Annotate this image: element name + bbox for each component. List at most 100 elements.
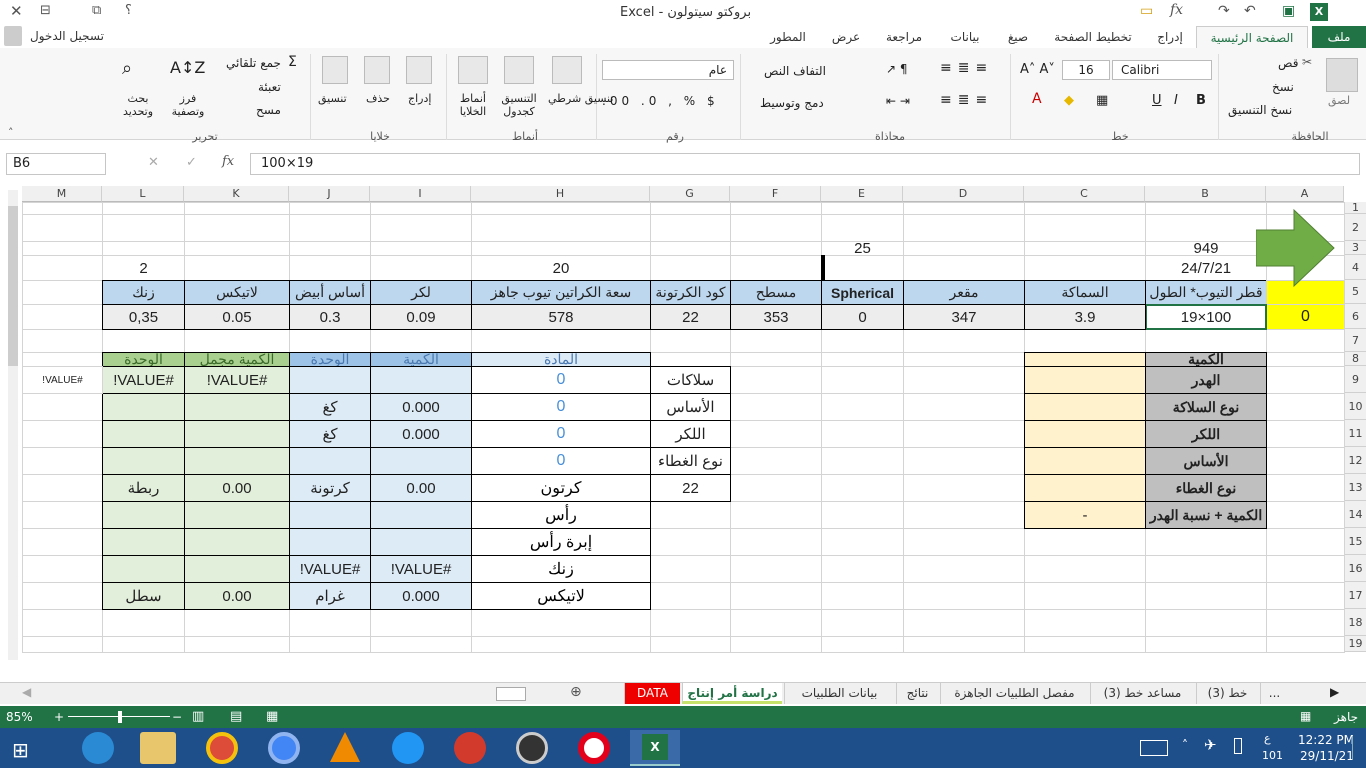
grid-cell[interactable] — [22, 555, 103, 583]
sync-app-icon[interactable] — [392, 732, 424, 764]
grid-cell[interactable] — [370, 329, 472, 353]
orientation-icon[interactable]: ↗ ¶ — [886, 62, 908, 76]
grid-cell[interactable] — [370, 255, 472, 281]
sheet-tab-ready-orders[interactable]: مفصل الطلبيات الجاهزة — [940, 683, 1088, 704]
grid-cell[interactable] — [821, 528, 904, 556]
grid-cell[interactable] — [730, 420, 822, 448]
undo-icon[interactable]: ↶ — [1244, 3, 1256, 19]
cell-k11[interactable] — [184, 420, 290, 448]
grid-cell[interactable] — [102, 329, 185, 353]
next-sheet-icon[interactable]: ▶ — [1330, 685, 1339, 699]
grid-cell[interactable] — [22, 420, 103, 448]
grid-cell[interactable] — [730, 241, 822, 256]
cell-j12[interactable] — [289, 447, 371, 475]
grid-cell[interactable] — [370, 636, 472, 653]
ribbon-options-icon[interactable]: ⊟ — [40, 3, 51, 18]
insert-function-icon[interactable]: fx — [222, 154, 234, 169]
cell-b10[interactable]: نوع السلاكة — [1145, 393, 1267, 421]
cell-l6[interactable]: 0,35 — [102, 304, 185, 330]
grid-cell[interactable] — [102, 241, 185, 256]
tab-review[interactable]: مراجعة — [876, 26, 932, 48]
cell-k14[interactable] — [184, 501, 290, 529]
row-header[interactable]: 9 — [1344, 366, 1366, 393]
cell-j16[interactable]: #VALUE! — [289, 555, 371, 583]
cell-b11[interactable]: اللكر — [1145, 420, 1267, 448]
format-table-button[interactable]: التنسيق كجدول — [496, 92, 542, 118]
cell-i6[interactable]: 0.09 — [370, 304, 472, 330]
grid-cell[interactable] — [821, 501, 904, 529]
cell-k12[interactable] — [184, 447, 290, 475]
cell-i10[interactable]: 0.000 — [370, 393, 472, 421]
cell-i5[interactable]: لكر — [370, 280, 472, 305]
grid-cell[interactable] — [289, 241, 371, 256]
cell-j11[interactable]: كغ — [289, 420, 371, 448]
cell-c12[interactable] — [1024, 447, 1146, 475]
grid-cell[interactable] — [821, 636, 904, 653]
grid-cell[interactable] — [1145, 214, 1267, 242]
cell-k5[interactable]: لاتيكس — [184, 280, 290, 305]
paste-button[interactable]: لصق — [1328, 94, 1350, 107]
cell-i16[interactable]: #VALUE! — [370, 555, 472, 583]
grid-cell[interactable] — [1145, 555, 1267, 583]
cell-b9[interactable]: الهدر — [1145, 366, 1267, 394]
number-format-icons[interactable]: .00 .0 , % $ — [602, 94, 719, 108]
row-header[interactable]: 14 — [1344, 501, 1366, 528]
cell-ef4[interactable]: عدد السلاكات بكل 1 كغ — [821, 255, 825, 281]
cell-b3[interactable]: 949 — [1145, 241, 1267, 256]
grid-cell[interactable] — [22, 528, 103, 556]
grid-cell[interactable] — [1024, 528, 1146, 556]
grid-cell[interactable] — [730, 474, 822, 502]
ccleaner-icon[interactable] — [454, 732, 486, 764]
cell-c13[interactable] — [1024, 474, 1146, 502]
sheet-tab-helper[interactable]: مساعد خط (3) — [1090, 683, 1194, 704]
cell-j6[interactable]: 0.3 — [289, 304, 371, 330]
zoom-level[interactable]: 85% — [6, 710, 33, 724]
cell-k13[interactable]: 0.00 — [184, 474, 290, 502]
cell-j13[interactable]: كرتونة — [289, 474, 371, 502]
cell-g10[interactable]: الأساس — [650, 393, 731, 421]
font-color-icon[interactable]: A — [1032, 91, 1042, 107]
grid-cell[interactable] — [821, 474, 904, 502]
row-header[interactable]: 15 — [1344, 528, 1366, 555]
grid-cell[interactable] — [1266, 582, 1345, 610]
format-cells-button[interactable]: تنسيق — [318, 92, 347, 105]
grid-cell[interactable] — [650, 582, 731, 610]
cell-c9[interactable] — [1024, 366, 1146, 394]
row-header[interactable]: 13 — [1344, 474, 1366, 501]
number-format-select[interactable]: عام — [602, 60, 734, 80]
cell-i14[interactable] — [370, 501, 472, 529]
cell-j9[interactable] — [289, 366, 371, 394]
grid-cell[interactable] — [903, 352, 1025, 367]
grid-cell[interactable] — [1145, 609, 1267, 637]
cell-j8[interactable]: الوحدة — [289, 352, 371, 367]
cell-b13[interactable]: نوع الغطاء — [1145, 474, 1267, 502]
cell-l16[interactable] — [102, 555, 185, 583]
grid-cell[interactable] — [1024, 214, 1146, 242]
column-header[interactable]: F — [730, 186, 821, 202]
delete-cells-button[interactable]: حذف — [366, 92, 390, 105]
page-break-view-icon[interactable]: ▥ — [192, 709, 204, 724]
grid-cell[interactable] — [1266, 447, 1345, 475]
grid-cell[interactable] — [1024, 329, 1146, 353]
grid-cell[interactable] — [903, 366, 1025, 394]
grid-cell[interactable] — [903, 329, 1025, 353]
sheet-tab-line[interactable]: خط (3) — [1196, 683, 1258, 704]
grid-cell[interactable] — [903, 214, 1025, 242]
cell-l12[interactable] — [102, 447, 185, 475]
grid-cell[interactable] — [1145, 329, 1267, 353]
row-header[interactable]: 5 — [1344, 280, 1366, 304]
cell-h15[interactable]: إبرة رأس — [471, 528, 651, 556]
tab-developer[interactable]: المطور — [762, 26, 814, 48]
font-size-select[interactable]: 16 — [1062, 60, 1110, 80]
conditional-format-button[interactable]: تنسيق شرطي — [548, 92, 613, 105]
tab-insert[interactable]: إدراج — [1148, 26, 1192, 48]
tab-view[interactable]: عرض — [824, 26, 868, 48]
grid-cell[interactable] — [903, 555, 1025, 583]
grid-cell[interactable] — [730, 582, 822, 610]
grid-cell[interactable] — [821, 329, 904, 353]
cancel-icon[interactable]: ✕ — [148, 155, 159, 170]
grid-cell[interactable] — [730, 214, 822, 242]
cell-h13[interactable]: كرتون — [471, 474, 651, 502]
cell-styles-button[interactable]: أنماط الخلايا — [452, 92, 494, 118]
grid-cell[interactable] — [1024, 609, 1146, 637]
